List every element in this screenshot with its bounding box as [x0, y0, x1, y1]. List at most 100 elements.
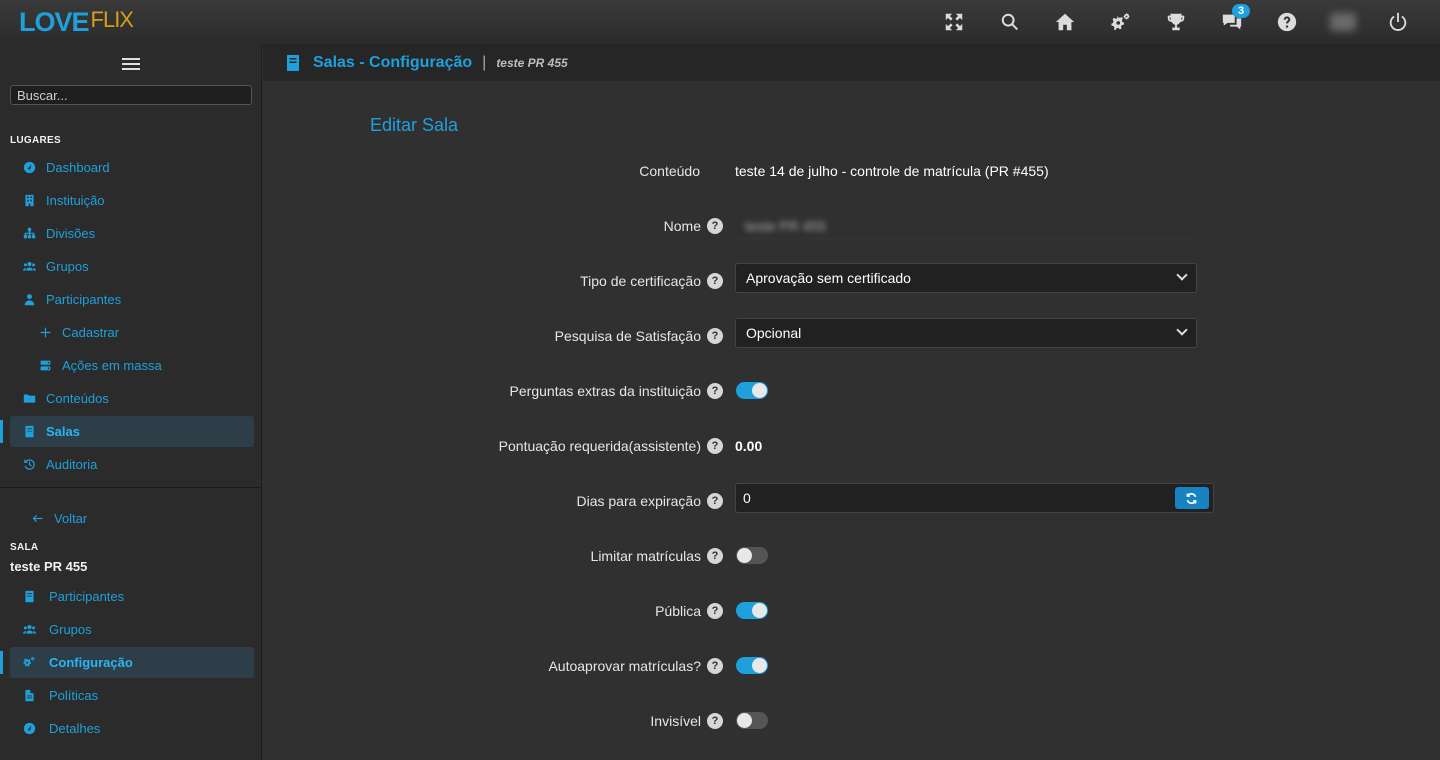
chevron-down-icon [1176, 269, 1188, 281]
help-icon[interactable]: ? [707, 218, 723, 234]
top-bar: LOVEFLIX 3 [0, 0, 1440, 44]
expiry-days-input[interactable]: 0 [735, 483, 1171, 513]
help-icon[interactable]: ? [707, 383, 723, 399]
name-label: Nome [663, 218, 701, 234]
room-name: teste PR 455 [10, 559, 88, 574]
sidebar-item-auditoria[interactable]: Auditoria [0, 449, 262, 480]
extra-questions-toggle[interactable] [736, 382, 768, 399]
expiry-label: Dias para expiração [576, 493, 701, 509]
row-publica: Pública? [263, 596, 1440, 626]
name-input[interactable]: teste PR 455 [735, 211, 1197, 241]
row-tipo-certificacao: Tipo de certificação? Aprovação sem cert… [263, 263, 1440, 293]
notification-badge: 3 [1232, 4, 1251, 18]
arrow-left-icon [30, 512, 44, 526]
chevron-down-icon [1176, 324, 1188, 336]
survey-select[interactable]: Opcional [735, 318, 1197, 348]
sidebar-item-dashboard[interactable]: Dashboard [0, 152, 262, 183]
history-icon [22, 458, 36, 472]
public-label: Pública [655, 603, 701, 619]
help-icon[interactable]: ? [707, 438, 723, 454]
user-avatar[interactable] [1315, 0, 1371, 44]
home-icon[interactable] [1038, 0, 1094, 44]
help-icon[interactable]: ? [707, 328, 723, 344]
content-label: Conteúdo [639, 163, 700, 179]
help-icon[interactable]: ? [707, 713, 723, 729]
sidebar-item-divisoes[interactable]: Divisões [0, 218, 262, 249]
sidebar-item-participantes[interactable]: Participantes [0, 284, 262, 315]
book-icon [22, 590, 36, 604]
help-icon[interactable]: ? [707, 493, 723, 509]
autoapprove-label: Autoaprovar matrículas? [548, 658, 701, 674]
sidebar-item-acoes-em-massa[interactable]: Ações em massa [0, 350, 262, 381]
gears-icon[interactable] [1093, 0, 1149, 44]
sidebar-item-cadastrar[interactable]: Cadastrar [0, 317, 262, 348]
sidebar-divider [0, 487, 262, 488]
user-icon [22, 293, 36, 307]
server-icon [38, 359, 52, 373]
content-value: teste 14 de julho - controle de matrícul… [735, 163, 1049, 179]
row-dias-expiracao: Dias para expiração? 0 [263, 483, 1440, 513]
trophy-icon[interactable] [1149, 0, 1205, 44]
gears-icon [22, 656, 36, 670]
section-label-room: SALA [10, 542, 39, 553]
row-autoaprovar: Autoaprovar matrículas?? [263, 651, 1440, 681]
help-icon[interactable]: ? [707, 603, 723, 619]
search-icon[interactable] [982, 0, 1038, 44]
score-label: Pontuação requerida(assistente) [498, 438, 701, 454]
room-item-participantes[interactable]: Participantes [0, 581, 262, 612]
sidebar-item-salas[interactable]: Salas [0, 416, 262, 447]
survey-label: Pesquisa de Satisfação [554, 328, 701, 344]
room-item-detalhes[interactable]: Detalhes [0, 713, 262, 744]
sidebar-search-input[interactable] [10, 85, 252, 105]
plus-icon [38, 326, 52, 340]
chat-icon[interactable]: 3 [1204, 0, 1260, 44]
power-icon[interactable] [1371, 0, 1427, 44]
public-toggle[interactable] [736, 602, 768, 619]
sidebar-item-conteudos[interactable]: Conteúdos [0, 383, 262, 414]
building-icon [22, 194, 36, 208]
main-content: Editar Sala Conteúdo teste 14 de julho -… [263, 81, 1440, 760]
extra-questions-label: Perguntas extras da instituição [509, 383, 701, 399]
users-icon [22, 260, 36, 274]
fullscreen-icon[interactable] [927, 0, 983, 44]
help-icon[interactable]: ? [707, 548, 723, 564]
row-invisivel: Invisível? [263, 706, 1440, 736]
sitemap-icon [22, 227, 36, 241]
form-title: Editar Sala [370, 115, 459, 135]
refresh-button[interactable] [1174, 487, 1209, 509]
limit-enrollment-toggle[interactable] [736, 547, 768, 564]
page-title: Salas - Configuração [313, 53, 473, 71]
cert-type-select[interactable]: Aprovação sem certificado [735, 263, 1197, 293]
invisible-toggle[interactable] [736, 712, 768, 729]
back-button[interactable]: Voltar [0, 503, 262, 534]
row-limitar-matriculas: Limitar matrículas? [263, 541, 1440, 571]
invisible-label: Invisível [650, 713, 701, 729]
room-item-configuracao[interactable]: Configuração [0, 647, 262, 678]
row-nome: Nome? teste PR 455 [263, 211, 1440, 241]
page-header: Salas - Configuração | teste PR 455 [263, 44, 1440, 81]
refresh-icon [1186, 492, 1197, 504]
sidebar-item-instituicao[interactable]: Instituição [0, 185, 262, 216]
limit-label: Limitar matrículas [590, 548, 701, 564]
dashboard-icon [22, 722, 36, 736]
menu-toggle-icon[interactable] [122, 56, 140, 72]
section-label-places: LUGARES [10, 135, 61, 146]
dashboard-icon [22, 161, 36, 175]
cert-label: Tipo de certificação [580, 273, 701, 289]
row-perguntas-extras: Perguntas extras da instituição? [263, 376, 1440, 406]
help-icon[interactable]: ? [707, 658, 723, 674]
room-item-grupos[interactable]: Grupos [0, 614, 262, 645]
score-value: 0.00 [735, 438, 763, 454]
help-icon[interactable] [1260, 0, 1316, 44]
users-icon [22, 623, 36, 637]
sidebar-item-grupos[interactable]: Grupos [0, 251, 262, 282]
sidebar: LUGARES Dashboard Instituição Divisões G… [0, 44, 262, 760]
file-icon [22, 689, 36, 703]
help-icon[interactable]: ? [707, 273, 723, 289]
breadcrumb: teste PR 455 [496, 55, 568, 70]
folder-icon [22, 392, 36, 406]
row-pesquisa: Pesquisa de Satisfação? Opcional [263, 318, 1440, 348]
room-item-politicas[interactable]: Políticas [0, 680, 262, 711]
app-logo[interactable]: LOVEFLIX [19, 7, 134, 38]
autoapprove-toggle[interactable] [736, 657, 768, 674]
